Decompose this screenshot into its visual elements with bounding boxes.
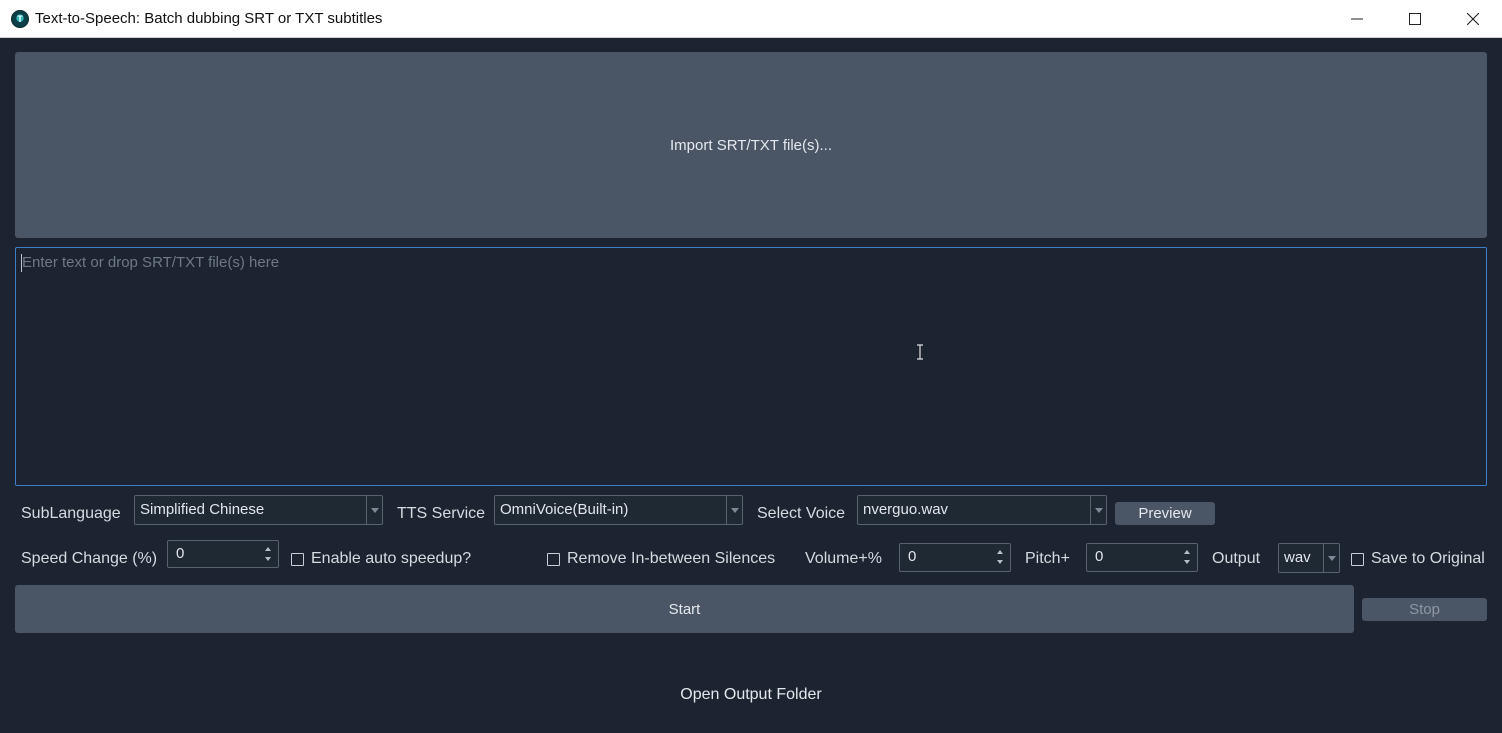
- close-button[interactable]: [1444, 0, 1502, 38]
- maximize-icon: [1409, 13, 1421, 25]
- checkbox-box[interactable]: [1351, 552, 1364, 566]
- title-bar[interactable]: T Text-to-Speech: Batch dubbing SRT or T…: [0, 0, 1502, 38]
- tts-service-value: OmniVoice(Built-in): [500, 501, 629, 518]
- pitch-label: Pitch+: [1025, 550, 1070, 567]
- import-files-button[interactable]: Import SRT/TXT file(s)...: [15, 52, 1487, 238]
- open-output-folder-link[interactable]: Open Output Folder: [0, 686, 1502, 704]
- output-label: Output: [1212, 550, 1261, 567]
- voice-select[interactable]: nverguo.wav: [857, 495, 1107, 525]
- speed-change-spinbox[interactable]: 0: [167, 540, 279, 568]
- volume-spinbox[interactable]: 0: [899, 543, 1011, 572]
- sublanguage-value: Simplified Chinese: [140, 501, 265, 518]
- spin-arrows-icon[interactable]: [1183, 547, 1193, 567]
- close-icon: [1467, 13, 1479, 25]
- remove-silences-label: Remove In-between Silences: [567, 550, 776, 567]
- select-voice-label: Select Voice: [757, 505, 846, 522]
- text-input-area[interactable]: Enter text or drop SRT/TXT file(s) here: [15, 247, 1487, 486]
- sublanguage-select[interactable]: Simplified Chinese: [134, 495, 383, 525]
- checkbox-box[interactable]: [291, 552, 304, 566]
- start-button[interactable]: Start: [15, 585, 1354, 633]
- window-controls: [1328, 0, 1502, 38]
- spin-arrows-icon[interactable]: [996, 547, 1006, 567]
- pitch-spinbox[interactable]: 0: [1086, 543, 1198, 572]
- chevron-down-icon: [366, 496, 382, 524]
- minimize-icon: [1351, 18, 1363, 20]
- text-input-placeholder: Enter text or drop SRT/TXT file(s) here: [22, 254, 280, 271]
- preview-button[interactable]: Preview: [1115, 502, 1215, 525]
- checkbox-box[interactable]: [547, 552, 560, 566]
- pitch-value: 0: [1095, 548, 1104, 565]
- sublanguage-label: SubLanguage: [21, 505, 121, 522]
- start-label: Start: [668, 600, 701, 618]
- chevron-down-icon: [726, 496, 742, 524]
- minimize-button[interactable]: [1328, 0, 1386, 38]
- window-title: Text-to-Speech: Batch dubbing SRT or TXT…: [35, 10, 383, 27]
- chevron-down-icon: [1090, 496, 1106, 524]
- preview-label: Preview: [1138, 505, 1192, 522]
- app-logo-glyph: T: [17, 13, 23, 24]
- stop-button[interactable]: Stop: [1362, 598, 1487, 621]
- tts-service-label: TTS Service: [397, 505, 486, 522]
- app-logo-icon: T: [11, 9, 29, 28]
- speed-change-value: 0: [176, 545, 185, 562]
- chevron-down-icon: [1323, 544, 1339, 572]
- import-files-label: Import SRT/TXT file(s)...: [670, 136, 832, 154]
- maximize-button[interactable]: [1386, 0, 1444, 38]
- stop-label: Stop: [1409, 601, 1440, 618]
- save-to-original-label: Save to Original: [1371, 550, 1485, 567]
- voice-value: nverguo.wav: [863, 501, 949, 518]
- tts-service-select[interactable]: OmniVoice(Built-in): [494, 495, 743, 525]
- output-format-value: wav: [1284, 549, 1311, 566]
- open-output-folder-label[interactable]: Open Output Folder: [680, 686, 821, 703]
- output-format-select[interactable]: wav: [1278, 543, 1340, 573]
- auto-speedup-label: Enable auto speedup?: [311, 550, 472, 567]
- ibeam-cursor-icon: [917, 344, 923, 360]
- spin-arrows-icon[interactable]: [264, 544, 274, 564]
- auto-speedup-checkbox[interactable]: Enable auto speedup?: [291, 550, 471, 568]
- volume-value: 0: [908, 548, 917, 565]
- volume-label: Volume+%: [805, 550, 882, 567]
- save-to-original-checkbox[interactable]: Save to Original: [1351, 550, 1485, 568]
- remove-silences-checkbox[interactable]: Remove In-between Silences: [547, 550, 775, 568]
- speed-change-label: Speed Change (%): [21, 550, 158, 567]
